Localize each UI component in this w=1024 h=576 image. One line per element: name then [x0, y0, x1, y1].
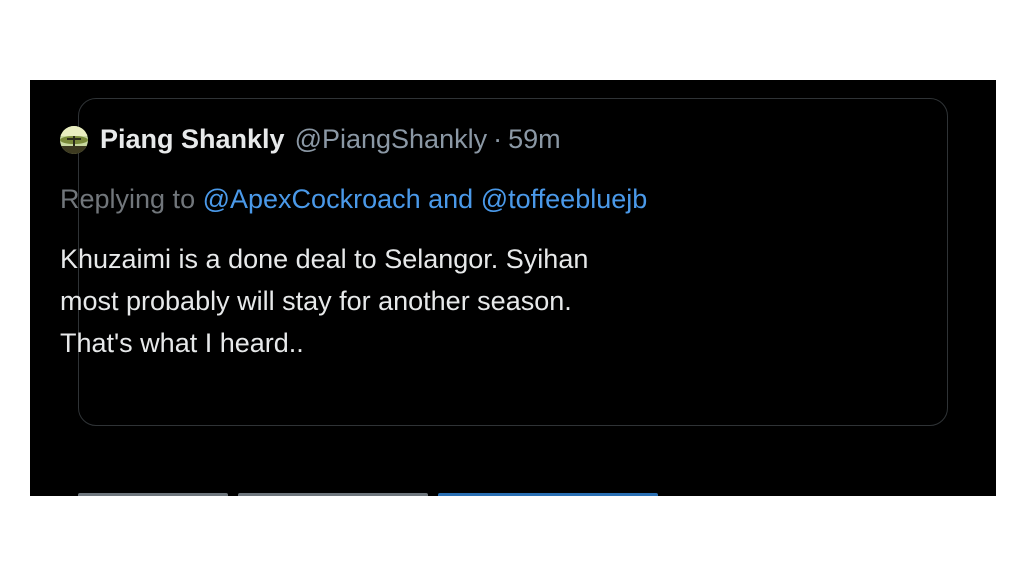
replying-to-label: Replying to [60, 184, 196, 214]
cropped-metadata-row [78, 488, 718, 496]
tweet-text-line: That's what I heard.. [60, 328, 304, 358]
replying-to-line: Replying to @ApexCockroach and @toffeebl… [60, 184, 647, 215]
tweet-screenshot: Piang Shankly @PiangShankly · 59m Replyi… [30, 80, 996, 496]
separator-dot: · [493, 124, 503, 154]
mention-conjunction: and [428, 184, 474, 214]
timestamp[interactable]: 59m [508, 124, 561, 155]
tweet-text: Khuzaimi is a done deal to Selangor. Syi… [60, 238, 860, 364]
avatar[interactable] [60, 125, 88, 154]
tweet-header: Piang Shankly @PiangShankly · 59m [60, 124, 561, 155]
tweet-text-line: most probably will stay for another seas… [60, 286, 572, 316]
display-name[interactable]: Piang Shankly [100, 124, 285, 155]
user-handle[interactable]: @PiangShankly [295, 124, 488, 155]
mention-link-apexcockroach[interactable]: @ApexCockroach [203, 184, 421, 214]
mention-link-toffeebluejb[interactable]: @toffeebluejb [481, 184, 648, 214]
profile-avatar-icon [60, 125, 88, 154]
tweet-text-line: Khuzaimi is a done deal to Selangor. Syi… [60, 244, 589, 274]
